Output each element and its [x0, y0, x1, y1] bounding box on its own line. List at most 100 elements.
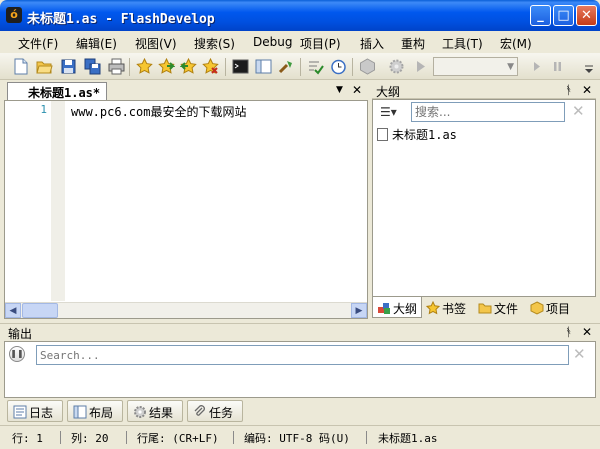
- minimize-button[interactable]: _: [530, 5, 551, 26]
- menu-debug[interactable]: Debug: [253, 35, 292, 49]
- clear-output-search-icon[interactable]: ✕: [573, 345, 586, 363]
- outline-tab-strip: 大纲 书签 文件 项目: [372, 297, 596, 319]
- new-file-icon[interactable]: [12, 58, 29, 75]
- close-window-button[interactable]: ✕: [576, 5, 597, 26]
- status-bar: 行: 1 列: 20 行尾: (CR+LF) 编码: UTF-8 码(U) 未标…: [0, 425, 600, 449]
- sort-options-icon[interactable]: ☰▾: [377, 103, 409, 123]
- bookmark-clear-icon[interactable]: [202, 58, 219, 75]
- maximize-button[interactable]: □: [553, 5, 574, 26]
- layout-icon: [73, 405, 87, 419]
- folder-icon: [478, 303, 492, 314]
- tab-log[interactable]: 日志: [7, 400, 63, 422]
- bookmark-prev-icon[interactable]: [180, 58, 197, 75]
- menu-tools[interactable]: 工具(T): [442, 35, 483, 52]
- output-panel-header: 输出 ᚬ ✕: [0, 323, 600, 341]
- tab-files[interactable]: 文件: [478, 297, 528, 318]
- menu-file[interactable]: 文件(F): [18, 35, 58, 52]
- command-prompt-icon[interactable]: [232, 58, 249, 75]
- outline-cubes-icon: [378, 303, 390, 314]
- clear-search-icon[interactable]: ✕: [572, 102, 585, 120]
- outline-panel-title: 大纲: [376, 85, 401, 99]
- close-panel-icon[interactable]: ✕: [582, 83, 592, 97]
- tab-project[interactable]: 项目: [530, 297, 584, 318]
- tab-tasks[interactable]: 任务: [187, 400, 243, 422]
- print-icon[interactable]: [108, 58, 125, 75]
- code-line[interactable]: www.pc6.com最安全的下载网站: [71, 103, 246, 120]
- status-file: 未标题1.as: [378, 432, 438, 445]
- status-encoding: 编码: UTF-8 码(U): [244, 432, 350, 445]
- output-search-input[interactable]: [37, 346, 565, 364]
- menu-view[interactable]: 视图(V): [135, 35, 177, 52]
- paperclip-icon: [194, 405, 205, 416]
- scroll-right-icon[interactable]: ▶: [351, 303, 367, 318]
- menu-edit[interactable]: 编辑(E): [76, 35, 117, 52]
- document-icon: [377, 128, 388, 141]
- tab-bookmarks-label: 书签: [442, 302, 467, 316]
- menu-search[interactable]: 搜索(S): [194, 35, 235, 52]
- toolbar-overflow-icon[interactable]: [581, 58, 598, 75]
- menu-bar: 文件(F) 编辑(E) 视图(V) 搜索(S) Debug 项目(P) 插入 重…: [0, 31, 600, 53]
- tab-tasks-label: 任务: [209, 406, 234, 420]
- editor-tab-document[interactable]: 未标题1.as*: [7, 82, 107, 100]
- tab-outline[interactable]: 大纲: [372, 297, 422, 318]
- tab-log-label: 日志: [29, 406, 54, 420]
- tab-layout-label: 布局: [89, 406, 114, 420]
- line-number-gutter: 1: [5, 101, 65, 301]
- log-icon: [13, 405, 27, 419]
- tab-results[interactable]: 结果: [127, 400, 183, 422]
- open-folder-icon[interactable]: [36, 58, 53, 75]
- panel-icon[interactable]: [255, 58, 272, 75]
- menu-insert[interactable]: 插入: [360, 35, 384, 52]
- bookmark-next-icon[interactable]: [158, 58, 175, 75]
- pause-icon[interactable]: [549, 58, 566, 75]
- build-cube-icon[interactable]: [359, 58, 376, 75]
- chevron-down-icon[interactable]: ▼: [507, 62, 514, 72]
- tab-outline-label: 大纲: [393, 302, 418, 316]
- flashdevelop-app-icon[interactable]: ó: [6, 7, 22, 23]
- tab-files-label: 文件: [494, 302, 519, 316]
- pin-icon[interactable]: ᚬ: [565, 325, 572, 339]
- bookmark-star-icon[interactable]: [136, 58, 153, 75]
- menu-project[interactable]: 项目(P): [300, 35, 341, 52]
- title-bar[interactable]: ó 未标题1.as - FlashDevelop _ □ ✕: [0, 0, 600, 31]
- tab-project-label: 项目: [546, 302, 571, 316]
- outline-file-item[interactable]: 未标题1.as: [377, 126, 457, 143]
- code-editor[interactable]: 1 www.pc6.com最安全的下载网站 ◀ ▶: [4, 100, 368, 319]
- menu-refactor[interactable]: 重构: [401, 35, 425, 52]
- gear-icon: [134, 406, 146, 418]
- save-all-icon[interactable]: [84, 58, 101, 75]
- pause-output-icon[interactable]: ❚❚: [9, 346, 25, 362]
- check-syntax-icon[interactable]: [307, 58, 324, 75]
- outline-search-field[interactable]: [411, 102, 565, 122]
- tab-layout[interactable]: 布局: [67, 400, 123, 422]
- play-icon[interactable]: [528, 58, 545, 75]
- output-search-field[interactable]: [36, 345, 569, 365]
- build-config-combo[interactable]: ▼: [433, 57, 518, 76]
- save-icon[interactable]: [60, 58, 77, 75]
- scroll-thumb[interactable]: [22, 303, 58, 318]
- outline-panel-header: 大纲 ᚬ ✕: [372, 82, 596, 99]
- fold-margin[interactable]: [51, 101, 65, 301]
- tab-list-dropdown-icon[interactable]: ▼: [336, 85, 343, 95]
- project-cube-icon: [530, 301, 544, 315]
- outline-search-input[interactable]: [412, 103, 562, 121]
- refactor-icon[interactable]: [278, 58, 295, 75]
- output-tab-strip: 日志 布局 结果 任务: [4, 400, 596, 424]
- horizontal-scrollbar[interactable]: ◀ ▶: [5, 302, 367, 318]
- outline-file-label: 未标题1.as: [392, 128, 457, 142]
- close-panel-icon[interactable]: ✕: [582, 325, 592, 339]
- scroll-left-icon[interactable]: ◀: [5, 303, 21, 318]
- pin-icon[interactable]: ᚬ: [565, 83, 572, 97]
- settings-gear-icon[interactable]: [388, 58, 405, 75]
- menu-macros[interactable]: 宏(M): [500, 35, 532, 52]
- bookmark-star-icon: [426, 301, 440, 315]
- output-panel-title: 输出: [8, 327, 33, 341]
- close-document-icon[interactable]: ✕: [352, 83, 362, 97]
- clock-icon[interactable]: [330, 58, 347, 75]
- run-icon[interactable]: [412, 58, 429, 75]
- output-panel: ❚❚ ✕: [4, 341, 596, 398]
- tab-bookmarks[interactable]: 书签: [426, 297, 476, 318]
- status-eol: 行尾: (CR+LF): [137, 432, 219, 445]
- status-column: 列: 20: [71, 432, 109, 445]
- line-number: 1: [40, 103, 47, 116]
